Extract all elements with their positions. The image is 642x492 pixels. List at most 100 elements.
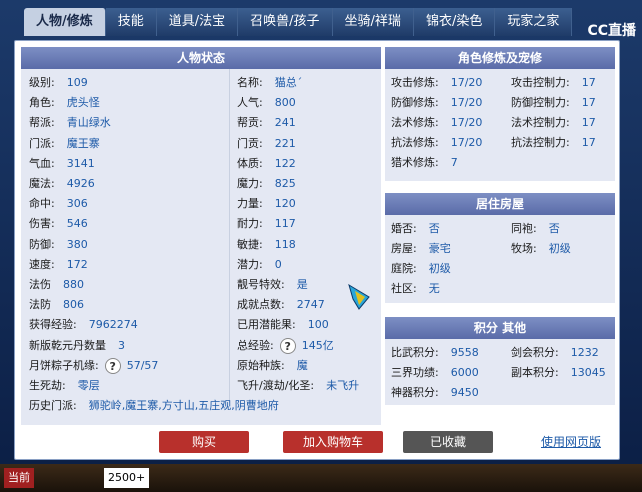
info-row-right: 防御控制力: 17 (511, 93, 596, 113)
field-label: 生死劫: (29, 379, 66, 392)
info-row-right: 抗法控制力: 17 (511, 133, 596, 153)
field-label: 角色: (29, 96, 55, 110)
field-value: 7962274 (88, 318, 138, 332)
status-row: 敏捷: 118 (237, 235, 296, 255)
field-value: 狮驼岭,魔王寨,方寸山,五庄观,阴曹地府 (88, 399, 279, 413)
field-value: 虎头怪 (66, 96, 100, 110)
field-value: 122 (274, 156, 296, 170)
status-row: 级别: 109 (29, 73, 88, 93)
score-section: 积分 其他 比武积分: 9558 剑会积分: 1232 三界功绩: 6000 副本积分: 13… (385, 317, 615, 405)
field-label: 人气: (237, 96, 263, 110)
status-row: 角色: 虎头怪 (29, 93, 100, 113)
field-label: 耐力: (237, 217, 263, 231)
field-value: 未飞升 (326, 379, 360, 392)
field-label: 猎术修炼: (391, 156, 439, 169)
field-label: 已用潜能果: (237, 318, 296, 332)
status-row: 成就点数: 2747 (237, 295, 325, 315)
field-value: 无 (428, 282, 440, 295)
field-label: 名称: (237, 76, 263, 89)
field-label: 法术控制力: (511, 116, 570, 129)
tab-character[interactable]: 人物/修炼 (24, 8, 106, 36)
field-label: 靓号特效: (237, 278, 285, 291)
field-label: 庭院: (391, 262, 417, 275)
status-row: 新版乾元丹数量 3 (29, 336, 125, 356)
info-row-right: 法术控制力: 17 (511, 113, 596, 133)
field-value: 57/57 (126, 358, 159, 372)
field-label: 力量: (237, 197, 263, 211)
field-label: 历史门派: (29, 399, 77, 413)
field-label: 魔力: (237, 177, 263, 190)
info-row-left: 房屋: 豪宅 (391, 239, 451, 259)
buy-button[interactable]: 购买 (159, 431, 249, 453)
field-value: 9450 (450, 386, 479, 399)
field-value: 9558 (450, 346, 479, 359)
status-row: 帮贡: 241 (237, 113, 296, 133)
info-row-left: 庭院: 初级 (391, 259, 451, 279)
info-row-right: 攻击控制力: 17 (511, 73, 596, 93)
help-icon[interactable]: ? (279, 337, 296, 354)
status-row: 历史门派: 狮驼岭,魔王寨,方寸山,五庄观,阴曹地府 (29, 396, 279, 416)
field-value: 零层 (77, 379, 100, 392)
tab-skills[interactable]: 技能 (105, 8, 157, 36)
info-row-right: 副本积分: 13045 (511, 363, 606, 383)
tab-home[interactable]: 玩家之家 (495, 8, 573, 36)
tab-items[interactable]: 道具/法宝 (156, 8, 239, 36)
help-icon[interactable]: ? (104, 357, 121, 374)
field-label: 伤害: (29, 217, 55, 231)
field-value: 豪宅 (428, 242, 451, 255)
favorited-button[interactable]: 已收藏 (403, 431, 493, 453)
field-value: 1232 (570, 346, 599, 359)
field-value: 0 (274, 257, 282, 271)
character-status-title: 人物状态 (21, 47, 381, 69)
info-row-left: 婚否: 否 (391, 219, 440, 239)
field-label: 牧场: (511, 242, 537, 255)
field-label: 剑会积分: (511, 346, 559, 359)
field-value: 120 (274, 197, 296, 211)
field-value: 172 (66, 257, 88, 271)
status-row: 门派: 魔王寨 (29, 134, 100, 154)
status-row: 总经验:? 145亿 (237, 336, 334, 356)
field-label: 同袍: (511, 222, 537, 235)
field-label: 副本积分: (511, 366, 559, 379)
field-value: 17/20 (450, 96, 483, 109)
field-value: 否 (548, 222, 560, 235)
tab-mounts[interactable]: 坐骑/祥瑞 (332, 8, 414, 36)
status-row: 获得经验: 7962274 (29, 315, 138, 335)
field-value: 17 (581, 96, 596, 109)
status-row: 飞升/渡劫/化圣: 未飞升 (237, 376, 359, 396)
field-value: 800 (274, 96, 296, 110)
field-value: 118 (274, 237, 296, 251)
field-label: 飞升/渡劫/化圣: (237, 379, 315, 392)
field-value: 4926 (66, 177, 95, 190)
status-row: 人气: 800 (237, 93, 296, 113)
status-row: 力量: 120 (237, 194, 296, 214)
field-label: 潜力: (237, 257, 263, 271)
field-value: 3141 (66, 156, 95, 170)
field-label: 社区: (391, 282, 417, 295)
field-value: 7 (450, 156, 458, 169)
chat-counter[interactable]: 2500+ (104, 468, 150, 488)
field-label: 帮派: (29, 116, 55, 130)
status-row: 靓号特效: 是 (237, 275, 308, 295)
web-version-link[interactable]: 使用网页版 (531, 431, 611, 453)
add-to-cart-button[interactable]: 加入购物车 (283, 431, 383, 453)
field-label: 攻击控制力: (511, 76, 570, 89)
field-label: 成就点数: (237, 298, 285, 312)
info-row-left: 防御修炼: 17/20 (391, 93, 482, 113)
status-row: 原始种族: 魔 (237, 356, 308, 376)
channel-current[interactable]: 当前 (4, 468, 34, 488)
tab-pets[interactable]: 召唤兽/孩子 (238, 8, 333, 36)
status-row: 法伤 880 (29, 275, 84, 295)
status-row: 生死劫: 零层 (29, 376, 100, 396)
field-label: 抗法控制力: (511, 136, 570, 149)
field-label: 新版乾元丹数量 (29, 338, 106, 352)
field-label: 法术修炼: (391, 116, 439, 129)
field-label: 敏捷: (237, 237, 263, 251)
field-value: 魔王寨 (66, 136, 100, 150)
field-label: 比武积分: (391, 346, 439, 359)
status-row: 命中: 306 (29, 194, 88, 214)
field-label: 防御控制力: (511, 96, 570, 109)
info-row-left: 猎术修炼: 7 (391, 153, 458, 173)
info-row-right: 剑会积分: 1232 (511, 343, 599, 363)
tab-costume[interactable]: 锦衣/染色 (413, 8, 496, 36)
